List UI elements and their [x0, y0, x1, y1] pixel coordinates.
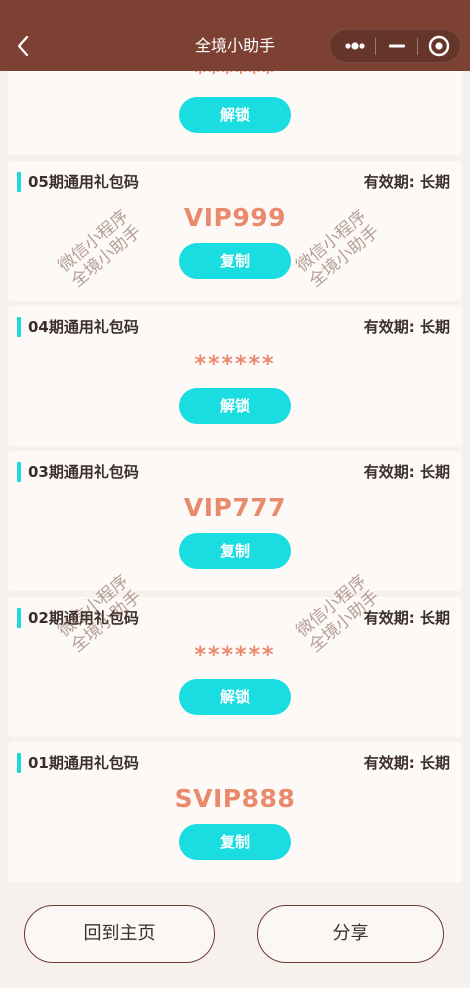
bottom-bar: 回到主页 分享 [0, 883, 470, 988]
gift-code-value: ****** [194, 71, 276, 86]
gift-code-value: ****** [194, 352, 276, 377]
accent-bar [17, 172, 21, 192]
gift-code-value: VIP777 [183, 493, 287, 522]
card-header: 02期通用礼包码 有效期: 长期 [8, 607, 462, 629]
gift-code-value: SVIP888 [174, 784, 296, 813]
gift-code-value: ****** [194, 643, 276, 668]
capsule-menu [329, 29, 461, 63]
card-title: 04期通用礼包码 [28, 318, 139, 336]
gift-code-card: 05期通用礼包码 有效期: 长期 VIP999 复制 [8, 161, 462, 301]
card-header: 04期通用礼包码 有效期: 长期 [8, 316, 462, 338]
validity-label: 有效期: 长期 [363, 754, 450, 772]
validity-label: 有效期: 长期 [363, 173, 450, 191]
card-title: 03期通用礼包码 [28, 463, 139, 481]
card-header: 05期通用礼包码 有效期: 长期 [8, 171, 462, 193]
copy-button[interactable]: 复制 [179, 533, 291, 569]
card-header: 01期通用礼包码 有效期: 长期 [8, 752, 462, 774]
validity-label: 有效期: 长期 [363, 318, 450, 336]
unlock-button[interactable]: 解锁 [179, 97, 291, 133]
accent-bar [17, 753, 21, 773]
copy-button[interactable]: 复制 [179, 824, 291, 860]
accent-bar [17, 317, 21, 337]
card-title: 01期通用礼包码 [28, 754, 139, 772]
unlock-button[interactable]: 解锁 [179, 679, 291, 715]
gift-code-card: 03期通用礼包码 有效期: 长期 VIP777 复制 [8, 451, 462, 591]
minimize-icon[interactable] [378, 30, 416, 62]
share-button[interactable]: 分享 [257, 905, 444, 963]
gift-code-list[interactable]: ****** 解锁 05期通用礼包码 有效期: 长期 VIP999 复制 04期… [0, 71, 470, 883]
validity-label: 有效期: 长期 [363, 609, 450, 627]
card-title: 05期通用礼包码 [28, 173, 139, 191]
target-circle-icon[interactable] [419, 30, 459, 62]
gift-code-card-partial: ****** 解锁 [8, 71, 462, 155]
gift-code-card: 01期通用礼包码 有效期: 长期 SVIP888 复制 [8, 742, 462, 882]
accent-bar [17, 608, 21, 628]
gift-code-card: 04期通用礼包码 有效期: 长期 ****** 解锁 [8, 306, 462, 446]
gift-code-card: 02期通用礼包码 有效期: 长期 ****** 解锁 [8, 597, 462, 737]
navbar: 全境小助手 [0, 0, 470, 71]
more-dots-icon[interactable] [334, 30, 376, 62]
gift-code-value: VIP999 [183, 203, 287, 232]
validity-label: 有效期: 长期 [363, 463, 450, 481]
home-button[interactable]: 回到主页 [24, 905, 215, 963]
copy-button[interactable]: 复制 [179, 243, 291, 279]
capsule-divider [417, 38, 418, 55]
unlock-button[interactable]: 解锁 [179, 388, 291, 424]
card-title: 02期通用礼包码 [28, 609, 139, 627]
accent-bar [17, 462, 21, 482]
capsule-divider [375, 38, 376, 55]
card-header: 03期通用礼包码 有效期: 长期 [8, 461, 462, 483]
